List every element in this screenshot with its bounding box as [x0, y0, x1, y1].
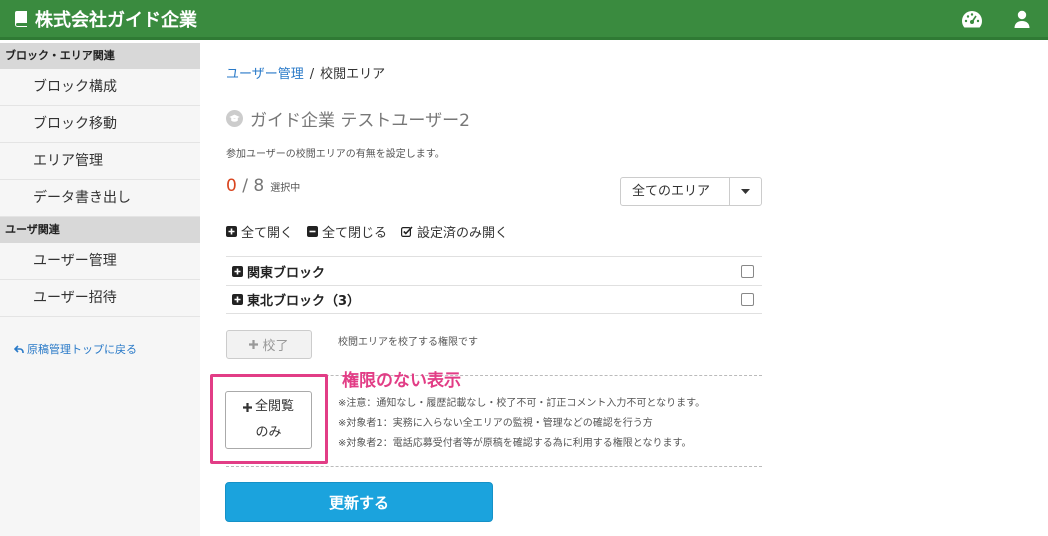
note-line: ※対象者2：電話応募受付者等が原稿を確認する為に利用する権限となります。	[338, 438, 692, 449]
expand-all-button[interactable]: 全て開く	[226, 222, 293, 241]
user-icon[interactable]	[1010, 7, 1034, 31]
plus-square-icon	[226, 226, 237, 237]
collapse-all-button[interactable]: 全て閉じる	[307, 222, 387, 241]
top-header: 株式会社ガイド企業	[0, 0, 1048, 40]
selected-count: 0	[226, 176, 237, 196]
block-checkbox[interactable]	[741, 264, 754, 278]
breadcrumb-separator: /	[309, 67, 315, 82]
breadcrumb: ユーザー管理 / 校閲エリア	[226, 63, 385, 82]
avatar	[226, 110, 243, 127]
brand[interactable]: 株式会社ガイド企業	[14, 6, 197, 32]
block-row-tohoku: 東北ブロック（3）	[226, 285, 762, 314]
caret-down-icon[interactable]	[730, 178, 761, 205]
collapse-all-label: 全て閉じる	[322, 226, 388, 241]
sidebar-section-user: ユーザ関連	[0, 217, 200, 243]
sidebar-item-block-structure[interactable]: ブロック構成	[0, 69, 200, 106]
page-title: ガイド企業 テストユーザー2	[226, 106, 470, 131]
divider	[226, 466, 762, 467]
full-view-label-line2: のみ	[255, 425, 282, 440]
return-arrow-icon	[14, 344, 24, 353]
dashboard-icon[interactable]	[960, 7, 984, 31]
block-list: 関東ブロック 東北ブロック（3）	[226, 256, 762, 314]
book-icon	[15, 11, 27, 27]
selection-count: 0 / 8 選択中	[226, 176, 300, 196]
open-configured-label: 設定済のみ開く	[417, 226, 509, 241]
selection-suffix: 選択中	[270, 183, 301, 194]
sidebar-item-data-export[interactable]: データ書き出し	[0, 180, 200, 217]
plus-square-icon[interactable]	[232, 265, 243, 277]
brand-name: 株式会社ガイド企業	[35, 9, 197, 31]
breadcrumb-user-management[interactable]: ユーザー管理	[226, 67, 304, 82]
sidebar: ブロック・エリア関連 ブロック構成 ブロック移動 エリア管理 データ書き出し ユ…	[0, 43, 200, 536]
back-to-top-label: 原稿管理トップに戻る	[27, 343, 137, 356]
plus-square-icon[interactable]	[232, 294, 243, 305]
plus-icon	[242, 402, 252, 412]
page-title-text: ガイド企業 テストユーザー2	[250, 111, 470, 131]
block-label: 東北ブロック（3）	[247, 294, 361, 309]
expand-all-label: 全て開く	[241, 226, 294, 241]
sidebar-item-block-move[interactable]: ブロック移動	[0, 106, 200, 143]
proof-button-label: 校了	[262, 339, 289, 354]
minus-square-icon	[307, 226, 319, 237]
permission-notes: ※注意：通知なし・履歴記載なし・校了不可・訂正コメント入力不可となります。 ※対…	[338, 394, 705, 454]
sidebar-item-user-management[interactable]: ユーザー管理	[0, 243, 200, 280]
back-to-top-link[interactable]: 原稿管理トップに戻る	[14, 341, 200, 357]
breadcrumb-current: 校閲エリア	[320, 67, 386, 82]
full-view-only-button[interactable]: 全閲覧 のみ	[225, 391, 312, 449]
sidebar-item-area-management[interactable]: エリア管理	[0, 143, 200, 180]
proof-note: 校閲エリアを校了する権限です	[338, 337, 478, 348]
proof-button[interactable]: 校了	[226, 330, 312, 359]
count-separator: /	[236, 176, 254, 196]
tree-toolbar: 全て開く 全て閉じる 設定済のみ開く	[226, 222, 522, 241]
area-filter-label: 全てのエリア	[621, 178, 730, 205]
block-label: 関東ブロック	[247, 265, 326, 281]
update-button[interactable]: 更新する	[225, 482, 493, 522]
check-square-icon	[401, 226, 413, 237]
note-line: ※対象者1：実務に入らない全エリアの監視・管理などの確認を行う方	[338, 418, 653, 429]
sidebar-item-user-invite[interactable]: ユーザー招待	[0, 280, 200, 317]
plus-icon	[249, 340, 259, 349]
page-description: 参加ユーザーの校閲エリアの有無を設定します。	[226, 149, 445, 160]
note-line: ※注意：通知なし・履歴記載なし・校了不可・訂正コメント入力不可となります。	[338, 398, 706, 409]
area-filter-dropdown[interactable]: 全てのエリア	[620, 177, 762, 206]
full-view-label-line1: 全閲覧	[254, 399, 294, 414]
main-content: ユーザー管理 / 校閲エリア ガイド企業 テストユーザー2 参加ユーザーの校閲エリア…	[200, 43, 1048, 536]
annotation-label: 権限のない表示	[342, 371, 461, 391]
block-checkbox[interactable]	[741, 293, 754, 306]
open-configured-button[interactable]: 設定済のみ開く	[401, 222, 508, 241]
total-count: 8	[253, 176, 265, 196]
block-row-kanto: 関東ブロック	[226, 256, 762, 285]
sidebar-section-block-area: ブロック・エリア関連	[0, 43, 200, 69]
